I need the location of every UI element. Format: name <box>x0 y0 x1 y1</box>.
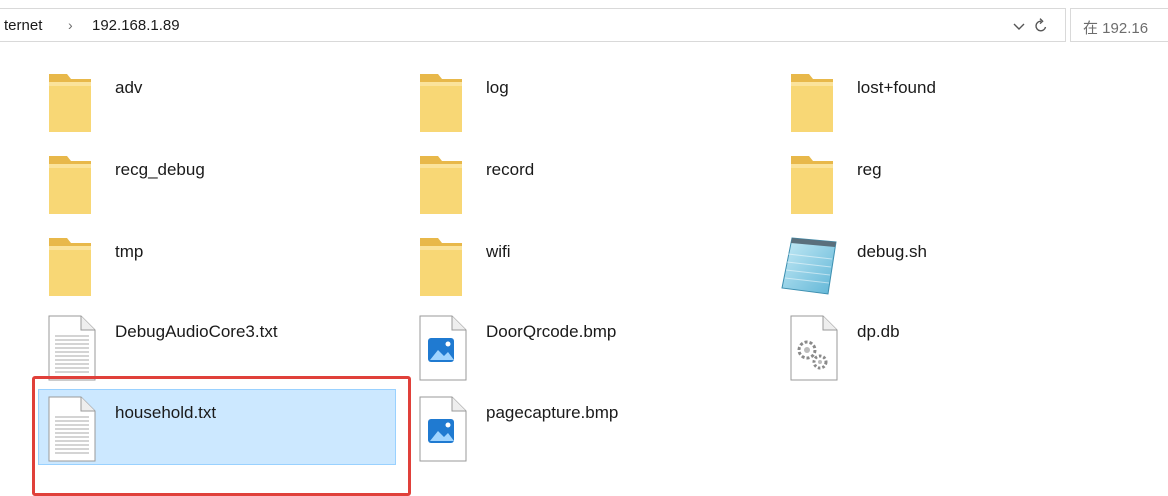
folder-icon <box>47 70 99 140</box>
file-name: reg <box>857 160 882 179</box>
file-name: lost+found <box>857 78 936 97</box>
image-file-icon <box>418 314 470 384</box>
file-name: DebugAudioCore3.txt <box>115 322 278 341</box>
folder-icon <box>47 234 99 304</box>
file-name: pagecapture.bmp <box>486 403 619 422</box>
folder-icon <box>47 152 99 222</box>
annotation-highlight-box <box>32 376 411 496</box>
file-name: DoorQrcode.bmp <box>486 322 617 341</box>
notepad-icon <box>778 232 842 302</box>
address-bar[interactable]: ternet › 192.168.1.89 <box>0 8 1066 42</box>
file-name: wifi <box>486 242 511 261</box>
folder-icon <box>418 70 470 140</box>
folder-icon <box>789 152 841 222</box>
folder-icon <box>789 70 841 140</box>
search-placeholder: 在 192.16 <box>1083 20 1149 37</box>
folder-icon <box>418 152 470 222</box>
breadcrumb-separator-icon[interactable]: › <box>68 17 73 33</box>
file-name: dp.db <box>857 322 900 341</box>
file-name: adv <box>115 78 143 97</box>
file-name: record <box>486 160 535 179</box>
text-file-icon <box>47 314 99 384</box>
chevron-down-icon[interactable] <box>1010 16 1028 36</box>
file-name: tmp <box>115 242 144 261</box>
refresh-icon[interactable] <box>1032 16 1050 36</box>
file-name: recg_debug <box>115 160 205 179</box>
search-input[interactable]: 在 192.16 <box>1070 8 1168 42</box>
file-name: debug.sh <box>857 242 927 261</box>
folder-icon <box>418 234 470 304</box>
file-name: log <box>486 78 509 97</box>
breadcrumb-current[interactable]: 192.168.1.89 <box>92 17 180 34</box>
breadcrumb-parent[interactable]: ternet <box>4 17 42 34</box>
system-file-icon <box>789 314 841 384</box>
image-file-icon <box>418 395 470 465</box>
